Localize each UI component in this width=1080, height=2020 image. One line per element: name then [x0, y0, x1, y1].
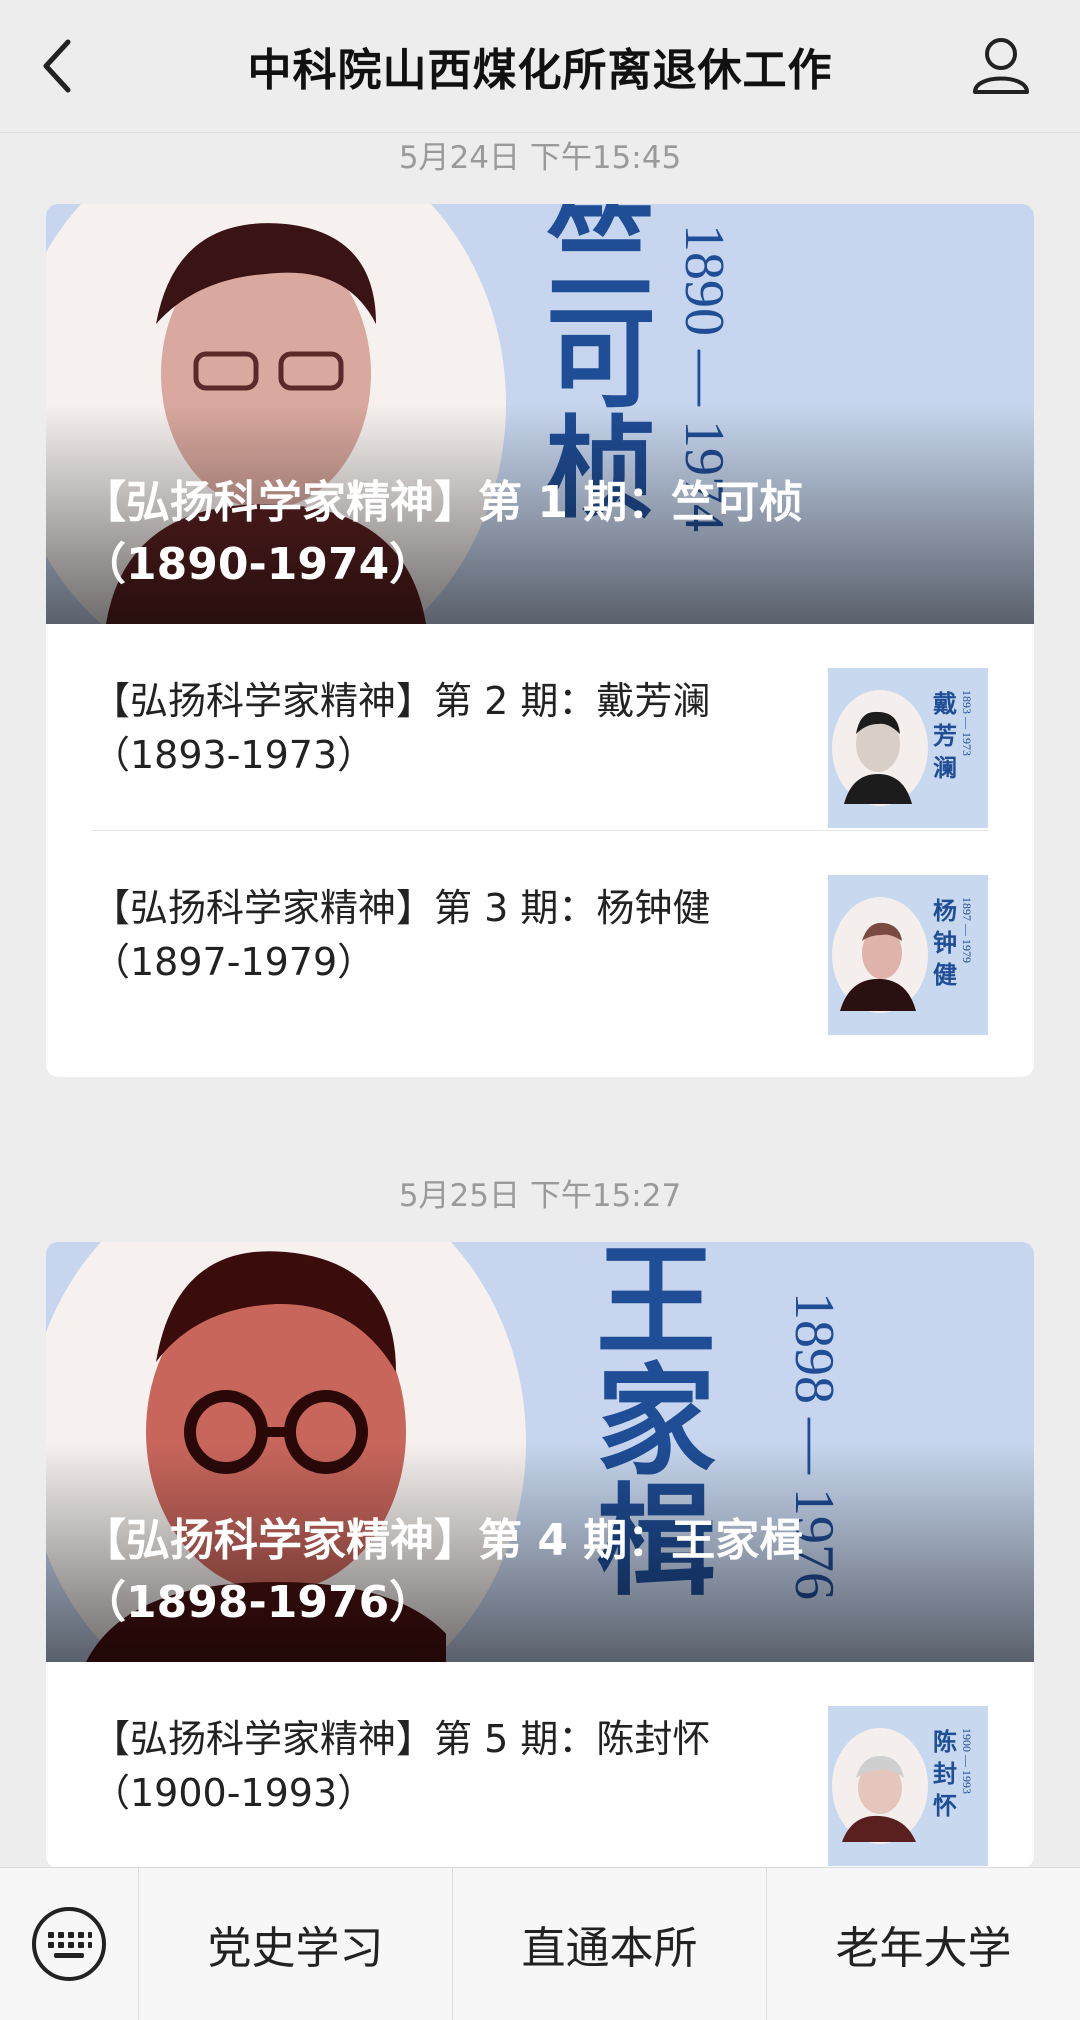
thumbnail-name: 戴芳澜 [933, 689, 957, 782]
list-item[interactable]: 【弘扬科学家精神】第 2 期：戴芳澜 （1893-1973） 戴芳澜 1893 … [92, 624, 988, 830]
thumbnail-years: 1900 — 1993 [960, 1728, 974, 1794]
thumbnail-years: 1897 — 1979 [960, 897, 974, 963]
item-title-line1: 【弘扬科学家精神】第 2 期：戴芳澜 [92, 679, 711, 723]
message-list[interactable]: 5月24日 下午15:45 竺可桢 1890 — 1974 【弘扬科学家精神】第… [0, 132, 1080, 1868]
item-title-line2: （1900-1993） [92, 1771, 376, 1815]
timestamp: 5月24日 下午15:45 [398, 140, 682, 176]
item-title-line2: （1893-1973） [92, 733, 376, 777]
article-card: 王家楫 1898 — 1976 【弘扬科学家精神】第 4 期：王家楫 （1898… [46, 1242, 1034, 1868]
cover-title: 【弘扬科学家精神】第 4 期：王家楫 （1898-1976） [82, 1510, 982, 1634]
item-title-line1: 【弘扬科学家精神】第 3 期：杨钟健 [92, 886, 711, 930]
item-title-line2: （1897-1979） [92, 940, 376, 984]
keyboard-toggle[interactable] [0, 1868, 139, 2020]
thumbnail-years: 1893 — 1973 [960, 690, 974, 756]
list-item[interactable]: 【弘扬科学家精神】第 5 期：陈封怀 （1900-1993） 陈封怀 1900 … [92, 1662, 988, 1868]
cover-title-line1: 【弘扬科学家精神】第 4 期：王家楫 [82, 1515, 804, 1566]
menu-item-party-history[interactable]: 党史学习 [139, 1868, 452, 2020]
article-card: 竺可桢 1890 — 1974 【弘扬科学家精神】第 1 期：竺可桢 （1890… [46, 204, 1034, 1077]
cover-title-line2: （1898-1976） [82, 1577, 434, 1628]
cover-title: 【弘扬科学家精神】第 1 期：竺可桢 （1890-1974） [82, 472, 982, 596]
thumbnail-name: 杨钟健 [933, 896, 957, 989]
item-title-line1: 【弘扬科学家精神】第 5 期：陈封怀 [92, 1717, 711, 1761]
menu-item-senior-university[interactable]: 老年大学 [766, 1868, 1080, 2020]
page-title: 中科院山西煤化所离退休工作 [247, 45, 833, 96]
thumbnail-portrait [844, 711, 912, 804]
cover-article[interactable]: 竺可桢 1890 — 1974 【弘扬科学家精神】第 1 期：竺可桢 （1890… [46, 204, 1034, 624]
item-title: 【弘扬科学家精神】第 3 期：杨钟健 （1897-1979） [92, 881, 792, 989]
list-item[interactable]: 【弘扬科学家精神】第 3 期：杨钟健 （1897-1979） 杨钟健 1897 … [92, 830, 988, 1037]
top-bar: 中科院山西煤化所离退休工作 [0, 0, 1080, 133]
item-thumbnail: 杨钟健 1897 — 1979 [828, 875, 988, 1035]
back-arrow-icon[interactable] [38, 36, 78, 96]
cover-article[interactable]: 王家楫 1898 — 1976 【弘扬科学家精神】第 4 期：王家楫 （1898… [46, 1242, 1034, 1662]
item-title: 【弘扬科学家精神】第 2 期：戴芳澜 （1893-1973） [92, 674, 792, 782]
thumbnail-name: 陈封怀 [933, 1727, 957, 1820]
menu-item-institute-direct[interactable]: 直通本所 [452, 1868, 766, 2020]
keyboard-icon[interactable] [30, 1905, 108, 1983]
timestamp: 5月25日 下午15:27 [398, 1178, 682, 1214]
item-thumbnail: 戴芳澜 1893 — 1973 [828, 668, 988, 828]
item-title: 【弘扬科学家精神】第 5 期：陈封怀 （1900-1993） [92, 1712, 792, 1820]
cover-title-line2: （1890-1974） [82, 539, 434, 590]
cover-title-line1: 【弘扬科学家精神】第 1 期：竺可桢 [82, 477, 804, 528]
item-thumbnail: 陈封怀 1900 — 1993 [828, 1706, 988, 1866]
thumbnail-portrait [842, 1756, 916, 1842]
bottom-menu: 党史学习 直通本所 老年大学 [0, 1867, 1080, 2020]
profile-icon[interactable] [970, 34, 1032, 96]
thumbnail-portrait [840, 922, 916, 1011]
